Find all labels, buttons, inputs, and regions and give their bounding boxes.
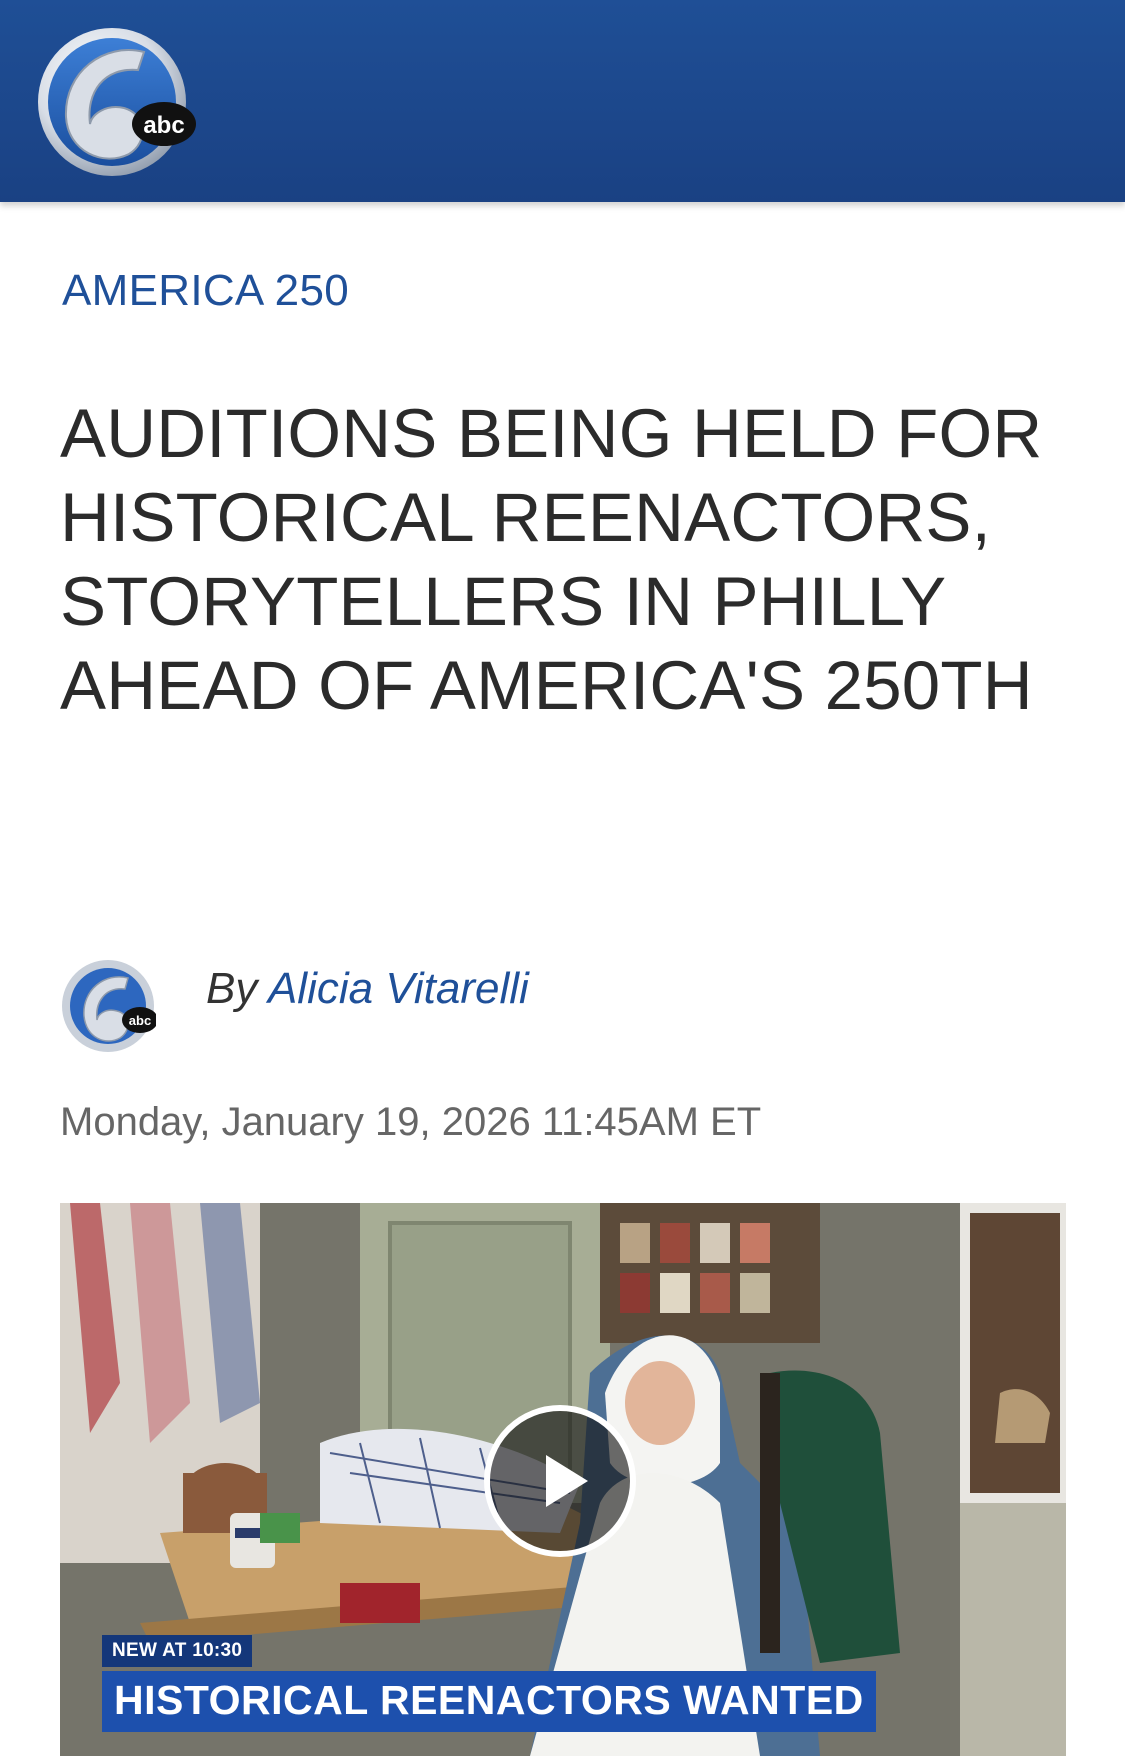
author-link[interactable]: Alicia Vitarelli	[268, 964, 529, 1013]
article-headline: AUDITIONS BEING HELD FOR HISTORICAL REEN…	[60, 395, 1043, 724]
video-lower-third: NEW AT 10:30 HISTORICAL REENACTORS WANTE…	[102, 1635, 876, 1732]
lower-third-title: HISTORICAL REENACTORS WANTED	[102, 1671, 876, 1732]
site-header: abc	[0, 0, 1125, 202]
byline-text: By Alicia Vitarelli	[206, 964, 529, 1014]
play-icon	[546, 1455, 588, 1507]
lower-third-tag: NEW AT 10:30	[102, 1635, 253, 1667]
play-button[interactable]	[484, 1405, 636, 1557]
byline: abc By Alicia Vitarelli	[60, 958, 529, 1054]
publish-timestamp: Monday, January 19, 2026 11:45AM ET	[60, 1100, 762, 1144]
byline-prefix: By	[206, 964, 258, 1013]
category-label[interactable]: AMERICA 250	[62, 266, 349, 316]
avatar-abc-text: abc	[129, 1013, 151, 1028]
abc6-logo[interactable]: abc	[34, 22, 198, 180]
abc-logo-text: abc	[143, 112, 184, 139]
video-player[interactable]: NEW AT 10:30 HISTORICAL REENACTORS WANTE…	[60, 1203, 1066, 1756]
author-avatar: abc	[62, 960, 156, 1052]
